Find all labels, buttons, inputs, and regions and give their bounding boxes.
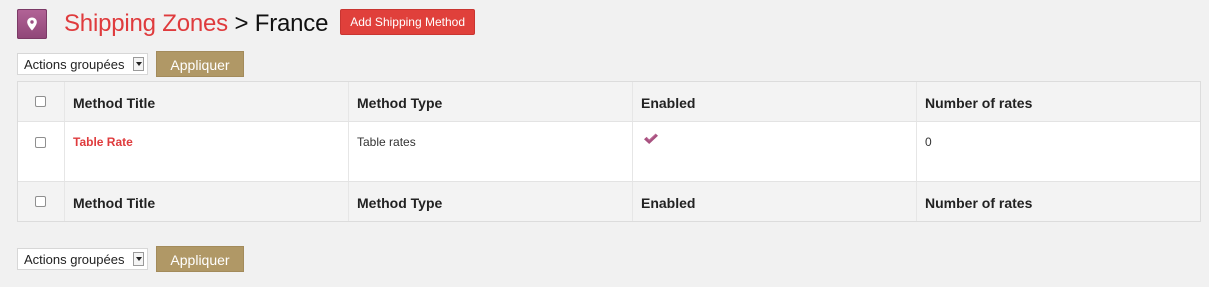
column-header-method-type[interactable]: Method Type — [349, 82, 633, 121]
row-select-cell — [18, 122, 65, 181]
row-checkbox[interactable] — [35, 137, 46, 148]
map-pin-icon — [17, 9, 47, 39]
column-footer-number-of-rates[interactable]: Number of rates — [917, 182, 1200, 221]
bulk-actions-top: Actions groupées Appliquer — [17, 51, 244, 77]
table-footer-row: Method Title Method Type Enabled Number … — [18, 181, 1200, 221]
enabled-cell — [633, 122, 917, 181]
breadcrumb-shipping-zones-link[interactable]: Shipping Zones — [64, 10, 228, 37]
zone-name: France — [254, 10, 329, 37]
add-shipping-method-button[interactable]: Add Shipping Method — [340, 9, 475, 35]
column-footer-enabled[interactable]: Enabled — [633, 182, 917, 221]
select-all-cell — [18, 82, 65, 121]
breadcrumb-separator: > — [234, 10, 255, 37]
dropdown-arrow-icon — [133, 57, 144, 71]
apply-button[interactable]: Appliquer — [156, 51, 244, 77]
select-all-cell-footer — [18, 182, 65, 221]
column-header-enabled[interactable]: Enabled — [633, 82, 917, 121]
method-type-value: Table rates — [349, 122, 633, 181]
method-title-link[interactable]: Table Rate — [65, 122, 349, 181]
select-all-checkbox[interactable] — [35, 96, 46, 107]
table-row: Table Rate Table rates 0 — [18, 122, 1200, 181]
column-header-method-title[interactable]: Method Title — [65, 82, 349, 121]
table-header-row: Method Title Method Type Enabled Number … — [18, 82, 1200, 122]
select-all-checkbox-footer[interactable] — [35, 196, 46, 207]
bulk-actions-selected-value: Actions groupées — [24, 56, 125, 72]
bulk-actions-select[interactable]: Actions groupées — [17, 53, 148, 75]
dropdown-arrow-icon — [133, 252, 144, 266]
bulk-actions-selected-value-bottom: Actions groupées — [24, 251, 125, 267]
bulk-actions-bottom: Actions groupées Appliquer — [17, 246, 244, 272]
column-header-number-of-rates[interactable]: Number of rates — [917, 82, 1200, 121]
page-title: Shipping Zones > France — [64, 9, 328, 39]
checkmark-icon — [643, 132, 659, 150]
column-footer-method-title[interactable]: Method Title — [65, 182, 349, 221]
bulk-actions-select-bottom[interactable]: Actions groupées — [17, 248, 148, 270]
apply-button-bottom[interactable]: Appliquer — [156, 246, 244, 272]
shipping-methods-table: Method Title Method Type Enabled Number … — [17, 81, 1201, 222]
page-header: Shipping Zones > France Add Shipping Met… — [17, 6, 475, 42]
number-of-rates-value: 0 — [925, 135, 932, 149]
column-footer-method-type[interactable]: Method Type — [349, 182, 633, 221]
